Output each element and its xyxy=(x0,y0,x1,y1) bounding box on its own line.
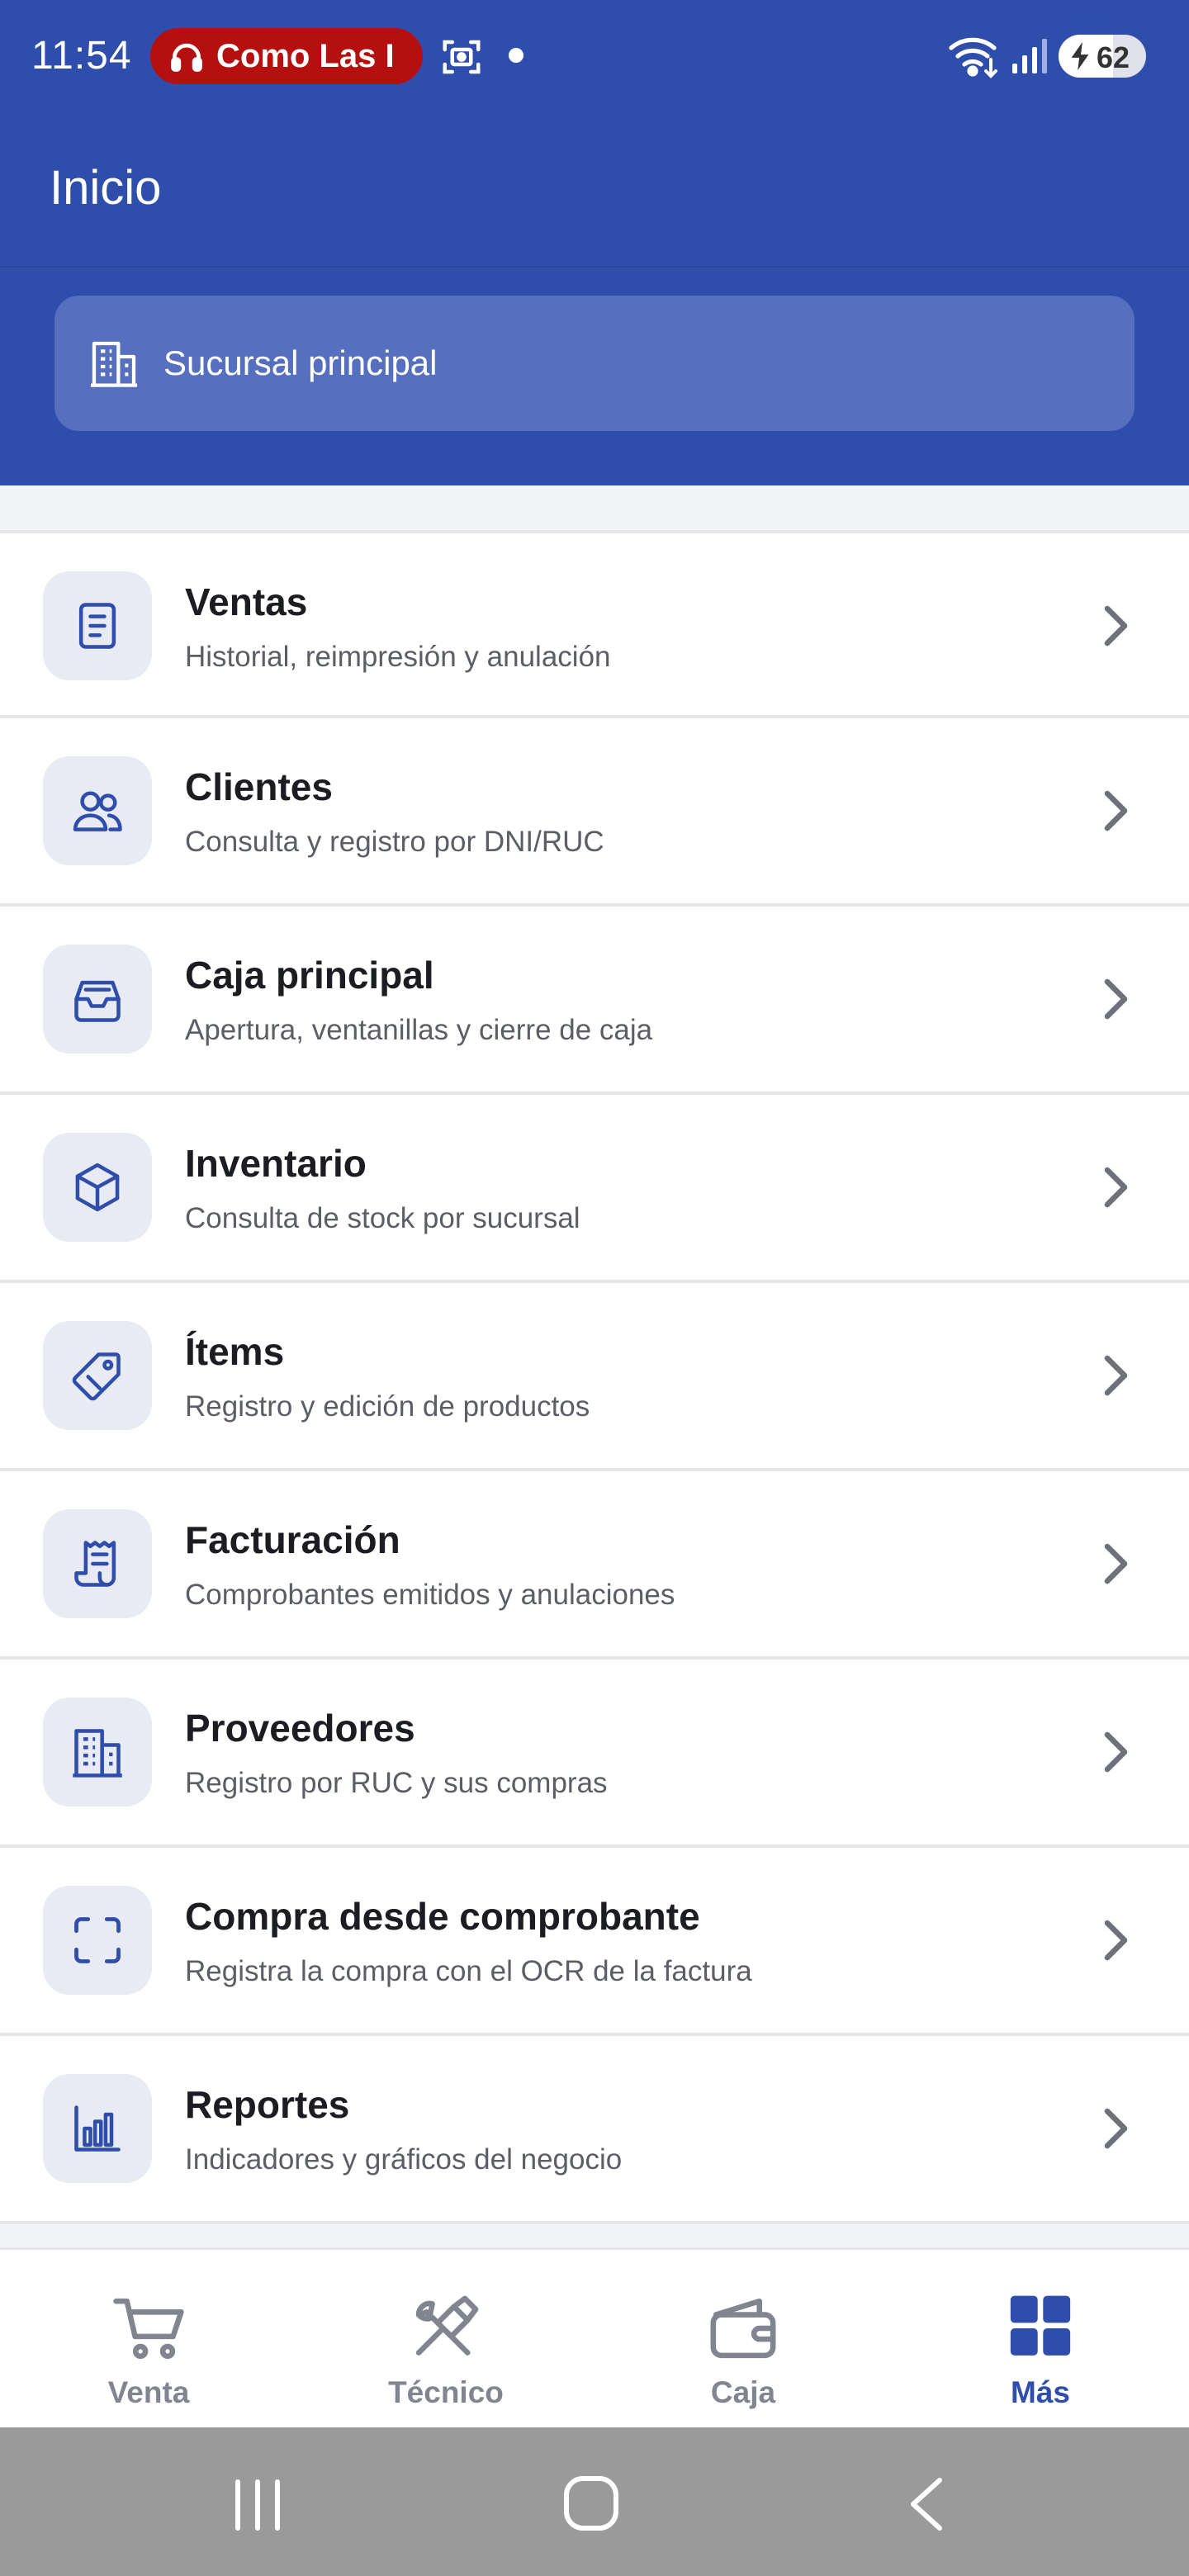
menu-item-ventas[interactable]: Ventas Historial, reimpresión y anulació… xyxy=(0,530,1189,718)
menu-item-title: Reportes xyxy=(185,2083,350,2126)
menu-item-subtitle: Indicadores y gráficos del negocio xyxy=(185,2143,623,2176)
status-time: 11:54 xyxy=(31,34,132,78)
status-bar: 11:54 Como Las I 62 xyxy=(0,0,1189,112)
document-icon xyxy=(78,603,116,649)
menu-item-items[interactable]: Ítems Registro y edición de productos xyxy=(0,1283,1189,1471)
icon-tile xyxy=(43,1321,152,1430)
menu-item-title: Clientes xyxy=(185,765,333,808)
menu-item-title: Caja principal xyxy=(185,954,434,997)
chevron-right-icon xyxy=(1104,1167,1128,1208)
menu-item-subtitle: Registro y edición de productos xyxy=(185,1390,590,1423)
icon-tile xyxy=(43,1133,152,1242)
building-icon xyxy=(91,341,137,387)
menu-item-proveedores[interactable]: Proveedores Registro por RUC y sus compr… xyxy=(0,1660,1189,1848)
chevron-right-icon xyxy=(1104,978,1128,1020)
menu-item-clientes[interactable]: Clientes Consulta y registro por DNI/RUC xyxy=(0,718,1189,907)
menu-item-subtitle: Consulta de stock por sucursal xyxy=(185,1202,580,1234)
building-icon xyxy=(73,1729,122,1778)
wifi-icon xyxy=(949,37,997,78)
cart-icon xyxy=(113,2298,184,2360)
battery-level: 62 xyxy=(1097,40,1130,74)
notification-dot xyxy=(509,48,523,63)
wallet-icon xyxy=(710,2298,776,2359)
menu-item-title: Facturación xyxy=(185,1518,400,1561)
menu-item-reportes[interactable]: Reportes Indicadores y gráficos del nego… xyxy=(0,2036,1189,2224)
menu-item-subtitle: Registra la compra con el OCR de la fact… xyxy=(185,1955,752,1987)
icon-tile xyxy=(43,571,152,680)
users-icon xyxy=(73,791,122,831)
icon-tile xyxy=(43,945,152,1054)
nav-tab-caja[interactable]: Caja xyxy=(594,2250,892,2430)
signal-icon xyxy=(1012,39,1047,73)
chevron-right-icon xyxy=(1104,605,1128,646)
chevron-right-icon xyxy=(1104,1731,1128,1773)
recent-apps-icon[interactable] xyxy=(225,2475,291,2533)
battery-indicator: 62 xyxy=(1059,35,1146,78)
icon-tile xyxy=(43,756,152,865)
media-title: Como Las I xyxy=(216,37,395,74)
menu-item-facturacion[interactable]: Facturación Comprobantes emitidos y anul… xyxy=(0,1471,1189,1660)
icon-tile xyxy=(43,1886,152,1995)
nav-label: Caja xyxy=(710,2375,776,2409)
menu-item-title: Inventario xyxy=(185,1142,367,1185)
chevron-right-icon xyxy=(1104,1543,1128,1584)
nav-tab-venta[interactable]: Venta xyxy=(0,2250,297,2430)
grid-icon xyxy=(1010,2295,1071,2356)
bar-chart-icon xyxy=(74,2105,121,2152)
chevron-right-icon xyxy=(1104,1355,1128,1396)
chevron-right-icon xyxy=(1104,1920,1128,1961)
branch-header: Sucursal principal xyxy=(0,268,1189,485)
menu-item-compra-desde-comprobante[interactable]: Compra desde comprobante Registra la com… xyxy=(0,1848,1189,2036)
nav-label: Más xyxy=(1011,2375,1070,2409)
menu-item-inventario[interactable]: Inventario Consulta de stock por sucursa… xyxy=(0,1095,1189,1283)
branch-name: Sucursal principal xyxy=(163,343,438,382)
nav-tab-mas[interactable]: Más xyxy=(892,2250,1189,2430)
menu-item-subtitle: Historial, reimpresión y anulación xyxy=(185,641,611,673)
menu-item-subtitle: Comprobantes emitidos y anulaciones xyxy=(185,1579,675,1611)
headphones-icon xyxy=(171,43,202,72)
chevron-right-icon xyxy=(1104,790,1128,831)
cube-icon xyxy=(75,1163,120,1212)
system-navigation-bar xyxy=(0,2427,1189,2576)
nav-label: Venta xyxy=(107,2375,190,2409)
tools-icon xyxy=(415,2295,479,2356)
charging-bolt-icon xyxy=(1071,42,1089,70)
page-title: Inicio xyxy=(50,161,162,215)
chevron-right-icon xyxy=(1104,2108,1128,2149)
home-icon[interactable] xyxy=(558,2475,624,2533)
nav-tab-tecnico[interactable]: Técnico xyxy=(297,2250,594,2430)
app-bar: Inicio xyxy=(0,112,1189,268)
menu-list: Ventas Historial, reimpresión y anulació… xyxy=(0,530,1189,2224)
receipt-icon xyxy=(74,1541,116,1587)
menu-item-title: Proveedores xyxy=(185,1707,415,1750)
menu-item-title: Ventas xyxy=(185,580,308,623)
menu-item-subtitle: Registro por RUC y sus compras xyxy=(185,1767,608,1799)
branch-selector[interactable]: Sucursal principal xyxy=(54,296,1135,431)
scan-frame-icon xyxy=(74,1917,121,1963)
menu-item-subtitle: Apertura, ventanillas y cierre de caja xyxy=(185,1014,653,1046)
menu-item-title: Ítems xyxy=(185,1330,285,1373)
icon-tile xyxy=(43,1509,152,1618)
icon-tile xyxy=(43,1698,152,1807)
bottom-navigation: Venta Técnico Caja Más xyxy=(0,2247,1189,2427)
menu-item-title: Compra desde comprobante xyxy=(185,1895,700,1938)
nav-label: Técnico xyxy=(388,2375,504,2409)
icon-tile xyxy=(43,2074,152,2183)
menu-item-subtitle: Consulta y registro por DNI/RUC xyxy=(185,826,604,858)
media-chip[interactable]: Como Las I xyxy=(150,28,423,84)
menu-item-caja-principal[interactable]: Caja principal Apertura, ventanillas y c… xyxy=(0,907,1189,1095)
tag-icon xyxy=(72,1352,121,1401)
inbox-tray-icon xyxy=(74,980,121,1022)
screenshot-icon xyxy=(443,40,481,74)
back-icon[interactable] xyxy=(893,2475,959,2533)
